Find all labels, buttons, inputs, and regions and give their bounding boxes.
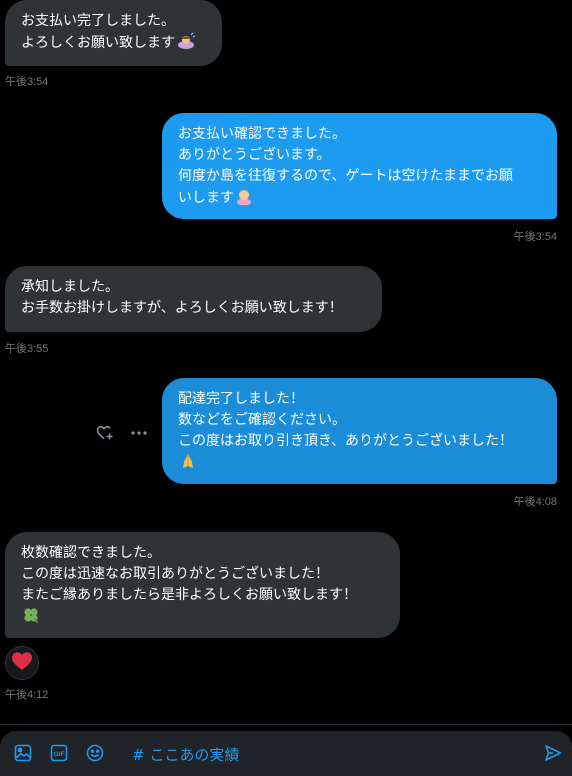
message-bubble[interactable]: 枚数確認できました。 この度は迅速なお取引ありがとうございました！ またご縁あり… xyxy=(5,532,400,638)
message-text: 数などをご確認ください。 xyxy=(178,412,346,428)
send-icon[interactable] xyxy=(544,744,562,762)
message-text: この度はお取り引き頂き、ありがとうございました！ xyxy=(178,433,514,449)
message-text: またご縁ありましたら是非よろしくお願い致します！ xyxy=(21,587,357,603)
heart-reaction[interactable] xyxy=(5,646,39,680)
emoji-icon[interactable] xyxy=(86,744,104,762)
more-options-icon[interactable] xyxy=(130,424,148,442)
message-text: お手数お掛けしますが、よろしくお願い致します！ xyxy=(21,300,343,316)
message-text: いします xyxy=(178,190,234,206)
message-timestamp: 午後4:12 xyxy=(5,689,49,701)
message-bubble[interactable]: 配達完了しました！ 数などをご確認ください。 この度はお取り引き頂き、ありがとう… xyxy=(162,378,557,484)
heart-icon xyxy=(11,651,33,675)
message-text: 枚数確認できました。 xyxy=(21,545,161,561)
gif-icon[interactable]: GIF xyxy=(50,744,68,762)
message-timestamp: 午後3:54 xyxy=(513,231,557,243)
svg-text:GIF: GIF xyxy=(54,751,65,758)
bowing-person-emoji-icon xyxy=(176,32,196,57)
message-text: 配達完了しました！ xyxy=(178,391,304,407)
composer-divider xyxy=(0,724,572,725)
message-text: ありがとうございます。 xyxy=(178,147,331,163)
message-bubble[interactable]: お支払い確認できました。 ありがとうございます。 何度か島を往復するので、ゲート… xyxy=(162,113,557,219)
image-icon[interactable] xyxy=(14,744,32,762)
message-timestamp: 午後3:54 xyxy=(5,76,49,88)
message-text: 何度か島を往復するので、ゲートは空けたままでお願 xyxy=(178,168,514,184)
folded-hands-emoji-icon xyxy=(179,452,197,477)
add-reaction-icon[interactable] xyxy=(96,424,114,442)
message-text: この度は迅速なお取引ありがとうございました！ xyxy=(21,566,329,582)
message-bubble[interactable]: 承知しました。 お手数お掛けしますが、よろしくお願い致します！ xyxy=(5,266,382,332)
message-actions xyxy=(96,424,148,442)
message-bubble[interactable]: お支払い完了しました。 よろしくお願い致します xyxy=(5,0,222,66)
message-composer: GIF # ここあの実績 xyxy=(0,731,572,776)
message-timestamp: 午後4:08 xyxy=(513,496,557,508)
four-leaf-clover-emoji-icon xyxy=(22,606,40,631)
message-text: 承知しました。 xyxy=(21,279,119,295)
message-text: お支払い完了しました。 xyxy=(21,13,175,29)
message-input[interactable]: # ここあの実績 xyxy=(132,744,239,765)
person-emoji-icon xyxy=(235,187,253,212)
message-text: お支払い確認できました。 xyxy=(178,126,346,142)
message-text: よろしくお願い致します xyxy=(21,35,175,51)
message-timestamp: 午後3:55 xyxy=(5,343,49,355)
